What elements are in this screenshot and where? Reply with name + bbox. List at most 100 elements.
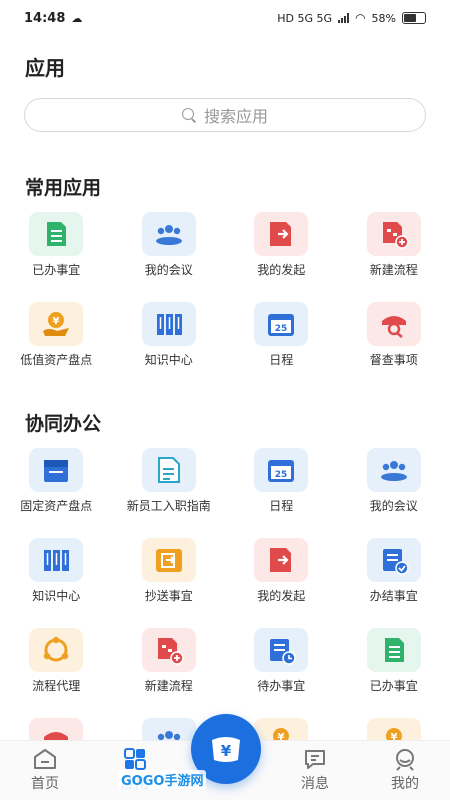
app-tile[interactable]: 已办事宜 [338,628,450,708]
svg-text:¥: ¥ [278,732,285,740]
status-time: 14:48 [24,10,66,26]
tab-profile-label: 我的 [391,776,419,792]
asset-coin-icon: ¥ [366,718,421,740]
done-doc-icon [29,212,84,256]
app-label: 知识中心 [32,589,81,603]
app-tile[interactable]: 办结事宜 [338,538,450,618]
done-doc-icon [366,628,421,672]
apps-page: 应用 搜索应用 常用应用 已办事宜 我的会议 我的发起 新建流程 ¥ 低值资产盘点 知识中心… [0,36,450,740]
app-tile[interactable]: ¥低 [338,718,450,740]
svg-text:¥: ¥ [53,316,60,327]
wallet-yuan-icon: ¥ [212,737,240,762]
app-label: 已办事宜 [32,263,81,277]
tab-messages[interactable]: 消息 [270,741,360,800]
meeting-icon [141,212,196,256]
new-flow-icon [366,212,421,256]
app-label: 知识中心 [144,353,193,367]
app-tile[interactable]: 知识中心 [113,302,226,382]
proxy-icon [29,628,84,672]
app-tile[interactable]: 新建流程 [113,628,226,708]
app-tile[interactable]: 抄送事宜 [113,538,226,618]
apps-icon [124,748,146,770]
wifi-icon: ◠ [355,11,366,25]
svg-text:¥: ¥ [390,732,397,740]
app-tile[interactable]: 25 日程 [225,302,338,382]
search-icon [181,108,196,122]
tab-messages-label: 消息 [301,776,329,792]
network-label: HD 5G 5G [277,11,333,25]
tab-home-label: 首页 [31,776,59,792]
app-label: 新建流程 [144,679,193,693]
app-tile[interactable]: 固定资产盘点 [0,448,113,528]
fab-glyph: ¥ [221,742,232,760]
app-label: 督查事项 [369,353,418,367]
search-input[interactable]: 搜索应用 [24,98,426,132]
common-apps-grid: 已办事宜 我的会议 我的发起 新建流程 ¥ 低值资产盘点 知识中心 25 日程 督查事项 [0,212,450,382]
initiate-icon [254,212,309,256]
status-right: HD 5G 5G ◠ 58% [277,11,426,25]
app-label: 日程 [269,499,294,513]
asset-coin-icon: ¥ [254,718,309,740]
app-label: 固定资产盘点 [20,499,93,513]
profile-icon [396,749,414,771]
app-tile[interactable]: 我的会议 [338,448,450,528]
app-tile[interactable]: 我的发起 [225,538,338,618]
battery-percent: 58% [371,11,396,25]
app-label: 低值资产盘点 [20,353,93,367]
section-title-common: 常用应用 [25,177,102,199]
signal-icon [338,13,350,23]
app-label: 我的会议 [369,499,418,513]
app-label: 抄送事宜 [144,589,193,603]
app-label: 日程 [269,353,294,367]
inspect-icon [29,718,84,740]
office-apps-grid: 固定资产盘点 新员工入职指南 25 日程 我的会议知识中心 抄送事宜 我的发起 办结事宜流程代… [0,448,450,740]
search-placeholder: 搜索应用 [203,107,268,126]
app-label: 我的发起 [257,263,306,277]
cc-icon [141,538,196,582]
knowledge-icon [29,538,84,582]
watermark-logo: GOGO手游网 [118,770,207,789]
app-label: 流程代理 [32,679,81,693]
app-tile[interactable]: ¥ 低值资产盘点 [0,302,113,382]
finished-icon [366,538,421,582]
app-label: 我的发起 [257,589,306,603]
initiate-icon [254,538,309,582]
fixed-asset-icon [29,448,84,492]
message-icon [305,750,325,769]
app-tile[interactable]: 我的发起 [225,212,338,292]
svg-text:25: 25 [275,324,288,334]
guide-doc-icon [141,448,196,492]
battery-icon [402,12,426,24]
page-title: 应用 [25,56,65,80]
calendar-icon: 25 [254,448,309,492]
home-icon [34,749,56,769]
tab-home[interactable]: 首页 [0,741,90,800]
app-label: 我的会议 [144,263,193,277]
app-tile[interactable] [0,718,113,740]
section-title-office: 协同办公 [25,413,102,435]
app-label: 新员工入职指南 [126,499,211,513]
inspect-icon [366,302,421,346]
cloud-icon: ☁ [71,11,83,25]
app-tile[interactable]: 新员工入职指南 [113,448,226,528]
meeting-icon [366,448,421,492]
app-tile[interactable]: 25 日程 [225,448,338,528]
app-label: 待办事宜 [257,679,306,693]
app-tile[interactable]: 督查事项 [338,302,450,382]
app-tile[interactable]: 我的会议 [113,212,226,292]
app-tile[interactable]: 新建流程 [338,212,450,292]
tab-profile[interactable]: 我的 [360,741,450,800]
app-tile[interactable]: 知识中心 [0,538,113,618]
app-tile[interactable]: 待办事宜 [225,628,338,708]
todo-icon [254,628,309,672]
new-flow-icon [141,628,196,672]
meeting-icon [141,718,196,740]
app-label: 办结事宜 [369,589,418,603]
asset-coin-icon: ¥ [29,302,84,346]
app-label: 新建流程 [369,263,418,277]
status-bar: 14:48 ☁ HD 5G 5G ◠ 58% [0,0,450,36]
calendar-icon: 25 [254,302,309,346]
app-label: 已办事宜 [369,679,418,693]
app-tile[interactable]: 已办事宜 [0,212,113,292]
app-tile[interactable]: 流程代理 [0,628,113,708]
